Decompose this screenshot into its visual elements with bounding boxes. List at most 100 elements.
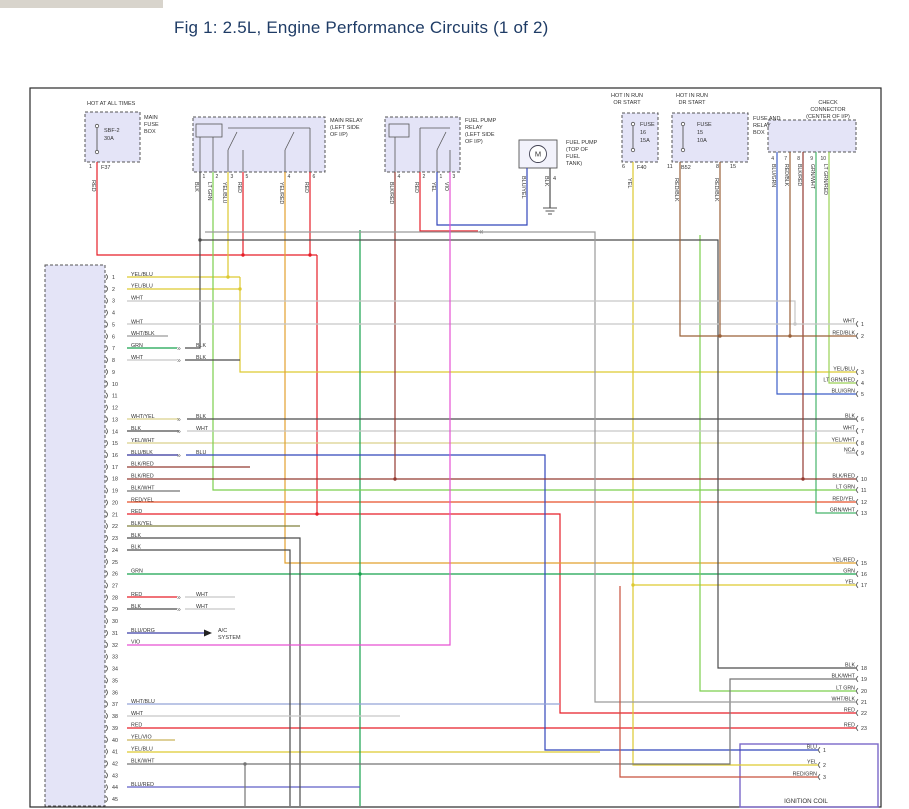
pin-bracket xyxy=(106,630,108,636)
wire-color-label: WHT xyxy=(131,319,144,325)
fuse-icon xyxy=(681,148,684,151)
wire-color-label: BLU/GRN xyxy=(831,389,855,395)
pin-number: 2 xyxy=(861,334,864,340)
pin-number: 23 xyxy=(861,726,867,732)
pin-bracket xyxy=(857,699,859,705)
pin-number: 32 xyxy=(112,643,118,649)
pin-bracket xyxy=(106,512,108,518)
pin-number: 33 xyxy=(112,655,118,661)
wire-color-label: BLK/RED xyxy=(131,462,154,468)
pin-bracket xyxy=(106,369,108,375)
diagram-label: F40 xyxy=(637,165,646,171)
wire-color-label: BLK xyxy=(196,343,206,349)
pin-bracket xyxy=(106,310,108,316)
wire-color-label: RED xyxy=(844,708,855,714)
pin-number: 4 xyxy=(112,311,115,317)
diagram-label: (LEFT SIDE xyxy=(330,125,360,131)
pin-bracket xyxy=(106,464,108,470)
pin-bracket xyxy=(857,676,859,682)
wire-color-label: RED xyxy=(131,509,142,515)
pin-number: 20 xyxy=(112,500,118,506)
pin-number: 4 xyxy=(771,156,774,162)
diagram-label: 15 xyxy=(730,164,736,170)
wire-color-label: WHT xyxy=(131,296,144,302)
pin-number: 20 xyxy=(861,689,867,695)
pin-number: 37 xyxy=(112,702,118,708)
junction-dot xyxy=(793,322,796,325)
wire-color-label: BLK/RED xyxy=(832,474,855,480)
pin-number: 25 xyxy=(112,560,118,566)
wire xyxy=(97,162,317,255)
diagram-label: BOX xyxy=(144,129,156,135)
diagram-label: HOT IN RUN xyxy=(611,93,643,99)
diagram-label: OF I/P) xyxy=(465,139,483,145)
pin-bracket xyxy=(106,523,108,529)
junction-dot xyxy=(238,287,241,290)
pin-bracket xyxy=(857,510,859,516)
wire-color-label: NCA xyxy=(844,448,856,454)
wire-color-label: LT GRN/RED xyxy=(822,164,828,195)
pin-number: 9 xyxy=(112,370,115,376)
wire-color-label: BLK xyxy=(131,533,141,539)
diagram-label: FUSE xyxy=(640,122,655,128)
pin-bracket xyxy=(857,428,859,434)
diagram-label: IGNITION COIL xyxy=(784,798,828,805)
wire-color-label: WHT/BLK xyxy=(131,331,155,337)
pin-bracket xyxy=(819,762,821,768)
diagram-label: OR START xyxy=(613,100,641,106)
pin-number: 10 xyxy=(112,382,118,388)
pin-bracket xyxy=(106,405,108,411)
wire-color-label: YEL/VIO xyxy=(131,735,152,741)
wire-color-label: LT GRN/RED xyxy=(823,378,855,384)
wire-color-label: VIO xyxy=(443,182,449,191)
pin-bracket xyxy=(106,583,108,589)
wire-color-label: BLK xyxy=(131,545,141,551)
pin-number: 6 xyxy=(112,334,115,340)
wire-color-label: BLK xyxy=(131,426,141,432)
wire-color-label: WHT xyxy=(196,426,209,432)
pin-number: 31 xyxy=(112,631,118,637)
pin-bracket xyxy=(857,688,859,694)
wire-color-label: LT GRN xyxy=(836,686,855,692)
pin-bracket xyxy=(857,369,859,375)
wire xyxy=(205,232,856,702)
diagram-label: 10A xyxy=(697,138,707,144)
pin-bracket xyxy=(106,666,108,672)
wire xyxy=(127,679,856,764)
wire-color-label: RED/BLK xyxy=(783,164,789,187)
junction-dot xyxy=(801,477,804,480)
pin-number: 28 xyxy=(112,595,118,601)
pin-bracket xyxy=(106,452,108,458)
pin-bracket xyxy=(106,417,108,423)
wire-color-label: RED/YEL xyxy=(832,497,855,503)
pin-bracket xyxy=(857,571,859,577)
pin-number: 39 xyxy=(112,726,118,732)
wire-color-label: YEL/BLU xyxy=(221,182,227,204)
pin-bracket xyxy=(106,440,108,446)
diagram-label: A/C xyxy=(218,628,227,634)
pin-bracket xyxy=(106,701,108,707)
wire xyxy=(127,301,795,324)
pin-bracket xyxy=(857,416,859,422)
wire-color-label: YEL/BLU xyxy=(833,367,855,373)
junction-dot xyxy=(631,583,634,586)
wire-color-label: WHT xyxy=(843,319,856,325)
pin-number: 7 xyxy=(861,429,864,435)
pin-number: 27 xyxy=(112,584,118,590)
pin-bracket xyxy=(106,678,108,684)
pin-number: 2 xyxy=(216,174,219,180)
pin-bracket xyxy=(106,725,108,731)
pin-number: 17 xyxy=(112,465,118,471)
pin-bracket xyxy=(106,642,108,648)
pin-number: 35 xyxy=(112,678,118,684)
pin-number: 1 xyxy=(861,322,864,328)
pin-bracket xyxy=(857,725,859,731)
diagram-label: HOT IN RUN xyxy=(676,93,708,99)
pin-number: 42 xyxy=(112,762,118,768)
pin-bracket xyxy=(106,393,108,399)
pin-number: 23 xyxy=(112,536,118,542)
pin-number: 30 xyxy=(112,619,118,625)
left-connector-box xyxy=(45,265,105,806)
diagram-label: FUSE xyxy=(697,122,712,128)
wire-color-label: WHT xyxy=(196,604,209,610)
